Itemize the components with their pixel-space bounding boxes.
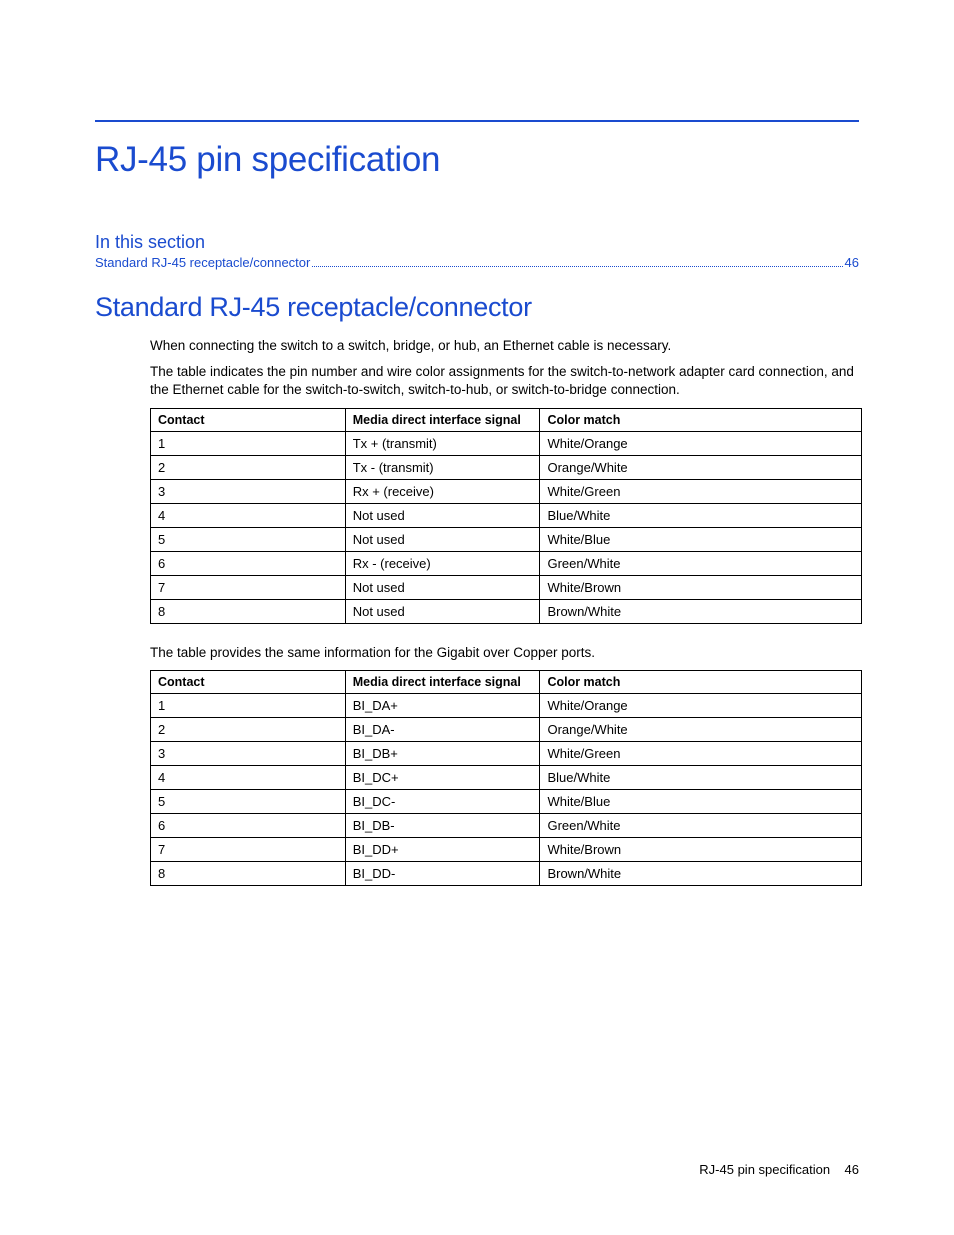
pin-table-standard: Contact Media direct interface signal Co…	[150, 408, 862, 624]
footer-page-number: 46	[845, 1162, 859, 1177]
pin-table-gigabit: Contact Media direct interface signal Co…	[150, 670, 862, 886]
cell-signal: BI_DA-	[345, 717, 540, 741]
cell-color: White/Blue	[540, 789, 862, 813]
cell-color: Blue/White	[540, 503, 862, 527]
header-contact: Contact	[151, 408, 346, 431]
cell-signal: BI_DC+	[345, 765, 540, 789]
cell-signal: BI_DB-	[345, 813, 540, 837]
cell-contact: 8	[151, 599, 346, 623]
cell-color: White/Blue	[540, 527, 862, 551]
cell-color: White/Brown	[540, 837, 862, 861]
cell-contact: 1	[151, 693, 346, 717]
cell-contact: 5	[151, 527, 346, 551]
mid-paragraph: The table provides the same information …	[150, 644, 859, 662]
table-row: 8BI_DD-Brown/White	[151, 861, 862, 885]
toc-entry-page: 46	[845, 255, 859, 270]
table-row: 6Rx - (receive)Green/White	[151, 551, 862, 575]
cell-contact: 1	[151, 431, 346, 455]
cell-contact: 5	[151, 789, 346, 813]
cell-contact: 2	[151, 717, 346, 741]
section-heading: Standard RJ-45 receptacle/connector	[95, 292, 859, 323]
cell-color: White/Brown	[540, 575, 862, 599]
cell-contact: 7	[151, 575, 346, 599]
cell-color: Brown/White	[540, 861, 862, 885]
table-header-row: Contact Media direct interface signal Co…	[151, 670, 862, 693]
cell-contact: 3	[151, 741, 346, 765]
intro-paragraph-2: The table indicates the pin number and w…	[150, 363, 859, 399]
cell-contact: 6	[151, 813, 346, 837]
table2-body: 1BI_DA+White/Orange2BI_DA-Orange/White3B…	[151, 693, 862, 885]
cell-color: White/Orange	[540, 693, 862, 717]
cell-contact: 4	[151, 765, 346, 789]
cell-contact: 6	[151, 551, 346, 575]
toc-entry[interactable]: Standard RJ-45 receptacle/connector 46	[95, 255, 859, 270]
cell-color: Brown/White	[540, 599, 862, 623]
header-color: Color match	[540, 408, 862, 431]
cell-signal: Tx - (transmit)	[345, 455, 540, 479]
cell-signal: BI_DD-	[345, 861, 540, 885]
cell-color: White/Green	[540, 741, 862, 765]
cell-signal: Tx + (transmit)	[345, 431, 540, 455]
intro-paragraph-1: When connecting the switch to a switch, …	[150, 337, 859, 355]
toc-entry-label: Standard RJ-45 receptacle/connector	[95, 255, 310, 270]
header-signal: Media direct interface signal	[345, 670, 540, 693]
cell-color: Blue/White	[540, 765, 862, 789]
table-row: 3Rx + (receive)White/Green	[151, 479, 862, 503]
page-footer: RJ-45 pin specification 46	[699, 1162, 859, 1177]
cell-signal: Not used	[345, 575, 540, 599]
cell-signal: BI_DD+	[345, 837, 540, 861]
cell-contact: 3	[151, 479, 346, 503]
table-row: 6BI_DB-Green/White	[151, 813, 862, 837]
cell-signal: Not used	[345, 503, 540, 527]
table-header-row: Contact Media direct interface signal Co…	[151, 408, 862, 431]
table-row: 3BI_DB+White/Green	[151, 741, 862, 765]
table-row: 5Not usedWhite/Blue	[151, 527, 862, 551]
cell-signal: BI_DB+	[345, 741, 540, 765]
cell-contact: 8	[151, 861, 346, 885]
table-row: 1BI_DA+White/Orange	[151, 693, 862, 717]
page-title: RJ-45 pin specification	[95, 140, 859, 180]
cell-contact: 7	[151, 837, 346, 861]
table1-body: 1Tx + (transmit)White/Orange2Tx - (trans…	[151, 431, 862, 623]
cell-signal: BI_DA+	[345, 693, 540, 717]
cell-signal: Rx + (receive)	[345, 479, 540, 503]
table-row: 1Tx + (transmit)White/Orange	[151, 431, 862, 455]
header-signal: Media direct interface signal	[345, 408, 540, 431]
table-row: 2Tx - (transmit)Orange/White	[151, 455, 862, 479]
toc-leader	[312, 266, 842, 267]
cell-contact: 4	[151, 503, 346, 527]
cell-color: Green/White	[540, 813, 862, 837]
cell-color: Orange/White	[540, 455, 862, 479]
cell-signal: BI_DC-	[345, 789, 540, 813]
table-row: 4BI_DC+Blue/White	[151, 765, 862, 789]
cell-color: Green/White	[540, 551, 862, 575]
table-row: 2BI_DA-Orange/White	[151, 717, 862, 741]
cell-signal: Not used	[345, 527, 540, 551]
cell-signal: Rx - (receive)	[345, 551, 540, 575]
header-color: Color match	[540, 670, 862, 693]
table-row: 7BI_DD+White/Brown	[151, 837, 862, 861]
cell-color: White/Green	[540, 479, 862, 503]
cell-contact: 2	[151, 455, 346, 479]
table-row: 8Not usedBrown/White	[151, 599, 862, 623]
table-row: 7Not usedWhite/Brown	[151, 575, 862, 599]
top-rule	[95, 120, 859, 122]
cell-color: White/Orange	[540, 431, 862, 455]
header-contact: Contact	[151, 670, 346, 693]
footer-label: RJ-45 pin specification	[699, 1162, 830, 1177]
table-row: 4Not usedBlue/White	[151, 503, 862, 527]
toc-heading: In this section	[95, 232, 859, 253]
cell-color: Orange/White	[540, 717, 862, 741]
cell-signal: Not used	[345, 599, 540, 623]
table-row: 5BI_DC-White/Blue	[151, 789, 862, 813]
